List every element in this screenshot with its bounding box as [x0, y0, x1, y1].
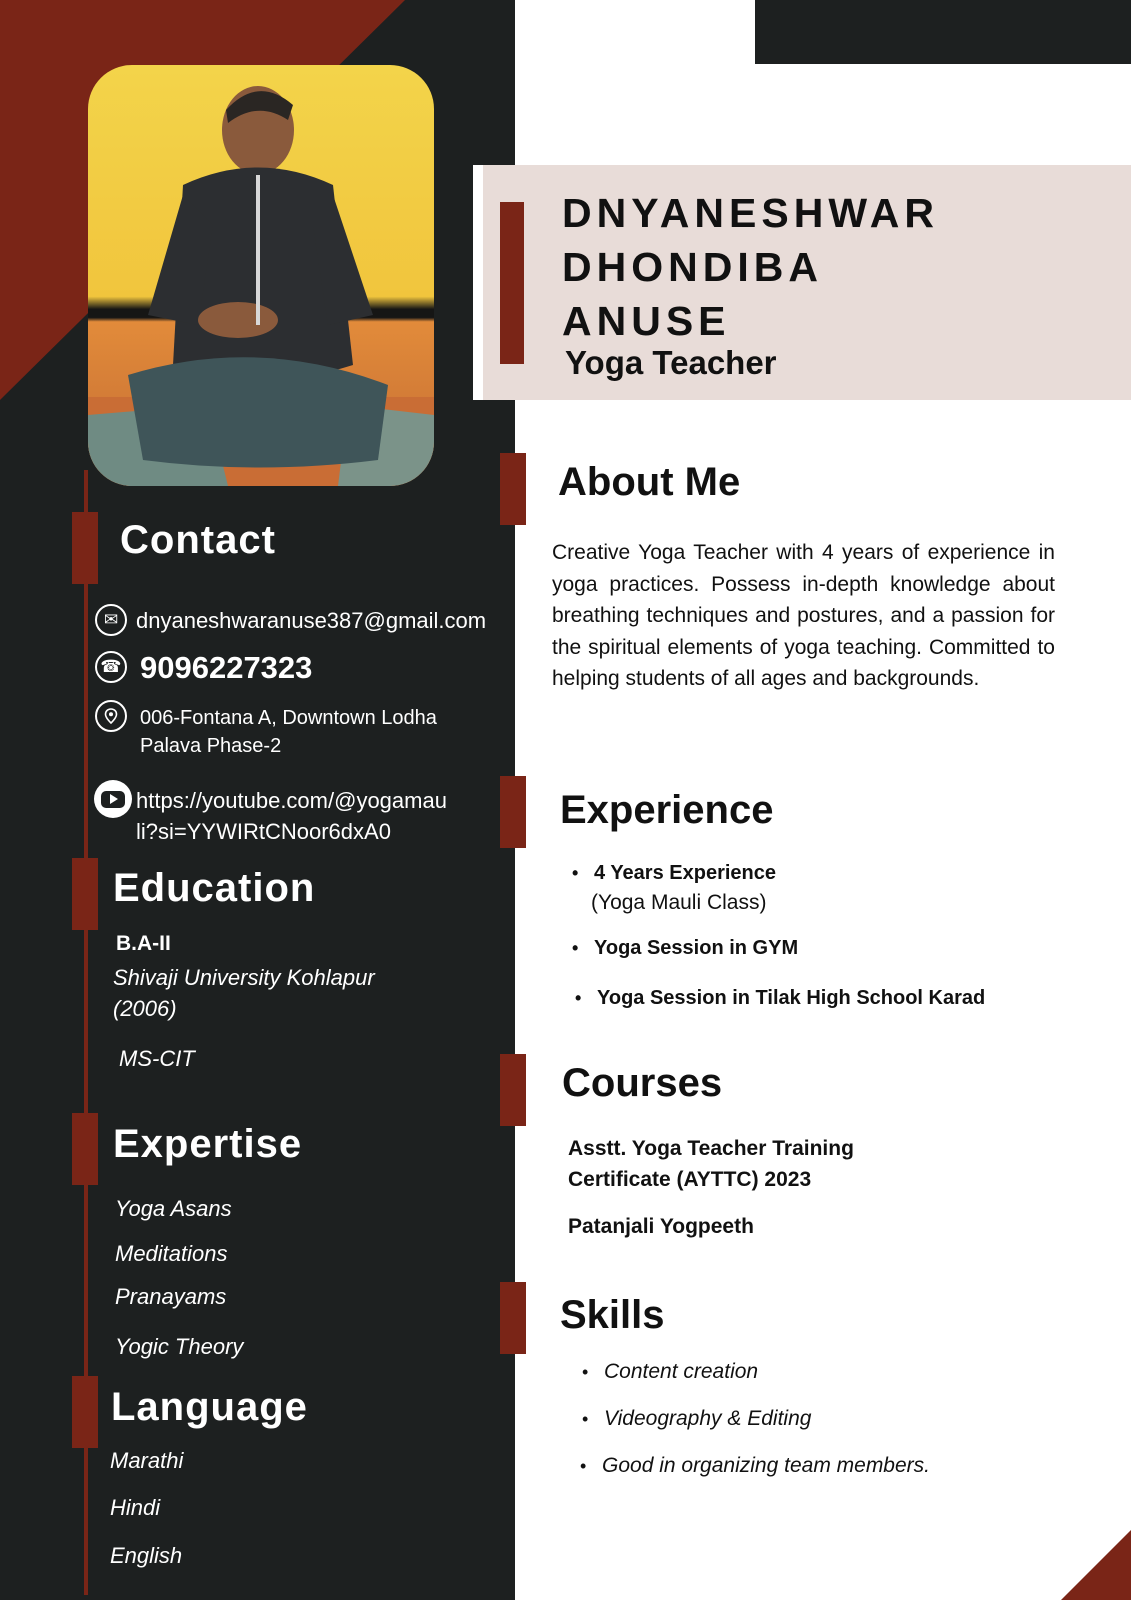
contact-heading: Contact	[120, 518, 276, 562]
skills-heading-marker	[500, 1282, 526, 1354]
contact-address-line-2: Palava Phase-2	[140, 735, 282, 757]
expertise-heading: Expertise	[113, 1122, 303, 1166]
about-heading-marker	[500, 453, 526, 525]
contact-address-line-1: 006-Fontana A, Downtown Lodha	[140, 707, 437, 729]
contact-phone[interactable]: 9096227323	[140, 650, 312, 686]
language-item: Marathi	[110, 1448, 184, 1473]
experience-item: Yoga Session in GYM	[572, 937, 798, 960]
name-accent-bar	[500, 202, 524, 364]
experience-item-detail: (Yoga Mauli Class)	[591, 891, 767, 914]
education-degree: B.A-II	[116, 932, 171, 955]
bottom-right-accent-triangle	[1061, 1530, 1131, 1600]
profile-photo	[88, 65, 434, 486]
name-line: ANUSE	[562, 298, 731, 344]
skill-item: Content creation	[582, 1360, 758, 1384]
name-band-strip-divider	[473, 165, 483, 400]
language-item: English	[110, 1543, 183, 1568]
expertise-heading-marker	[72, 1113, 98, 1185]
about-heading: About Me	[558, 460, 741, 504]
expertise-item: Yogic Theory	[115, 1334, 244, 1359]
skill-item: Videography & Editing	[582, 1407, 811, 1431]
expertise-item: Meditations	[115, 1241, 228, 1266]
course-line: Asstt. Yoga Teacher Training	[568, 1137, 854, 1160]
phone-icon: ☎	[95, 651, 127, 683]
skill-item: Good in organizing team members.	[580, 1454, 930, 1478]
language-item: Hindi	[110, 1495, 161, 1520]
contact-youtube-line-2[interactable]: li?si=YYWIRtCNoor6dxA0	[136, 819, 391, 845]
education-institution: Shivaji University Kohlapur	[113, 965, 375, 990]
experience-heading-marker	[500, 776, 526, 848]
language-heading-marker	[72, 1376, 98, 1448]
location-icon	[95, 700, 127, 732]
course-line: Certificate (AYTTC) 2023	[568, 1168, 812, 1191]
contact-youtube-line-1[interactable]: https://youtube.com/@yogamau	[136, 788, 447, 814]
job-title: Yoga Teacher	[565, 344, 777, 381]
about-text: Creative Yoga Teacher with 4 years of ex…	[552, 541, 1055, 690]
education-heading: Education	[113, 866, 316, 910]
contact-email[interactable]: dnyaneshwaranuse387@gmail.com	[136, 608, 486, 634]
youtube-icon	[94, 780, 132, 818]
course-institute: Patanjali Yogpeeth	[568, 1215, 754, 1238]
contact-heading-marker	[72, 512, 98, 584]
name-line: DHONDIBA	[562, 244, 823, 290]
top-right-dark-bar	[755, 0, 1131, 64]
expertise-item: Pranayams	[115, 1284, 227, 1309]
education-year: (2006)	[113, 996, 177, 1021]
courses-heading: Courses	[562, 1061, 723, 1105]
education-course: MS-CIT	[119, 1046, 195, 1071]
experience-item: 4 Years Experience	[572, 862, 776, 885]
email-icon: ✉	[95, 604, 127, 636]
courses-heading-marker	[500, 1054, 526, 1126]
name-line: DNYANESHWAR	[562, 190, 939, 236]
expertise-item: Yoga Asans	[115, 1196, 232, 1221]
language-heading: Language	[111, 1385, 308, 1429]
experience-heading: Experience	[560, 788, 774, 832]
full-name: DNYANESHWAR DHONDIBA ANUSE	[562, 186, 939, 348]
sidebar: Contact ✉ dnyaneshwaranuse387@gmail.com …	[0, 0, 515, 1600]
experience-item: Yoga Session in Tilak High School Karad	[575, 987, 985, 1010]
skills-heading: Skills	[560, 1293, 665, 1337]
education-heading-marker	[72, 858, 98, 930]
